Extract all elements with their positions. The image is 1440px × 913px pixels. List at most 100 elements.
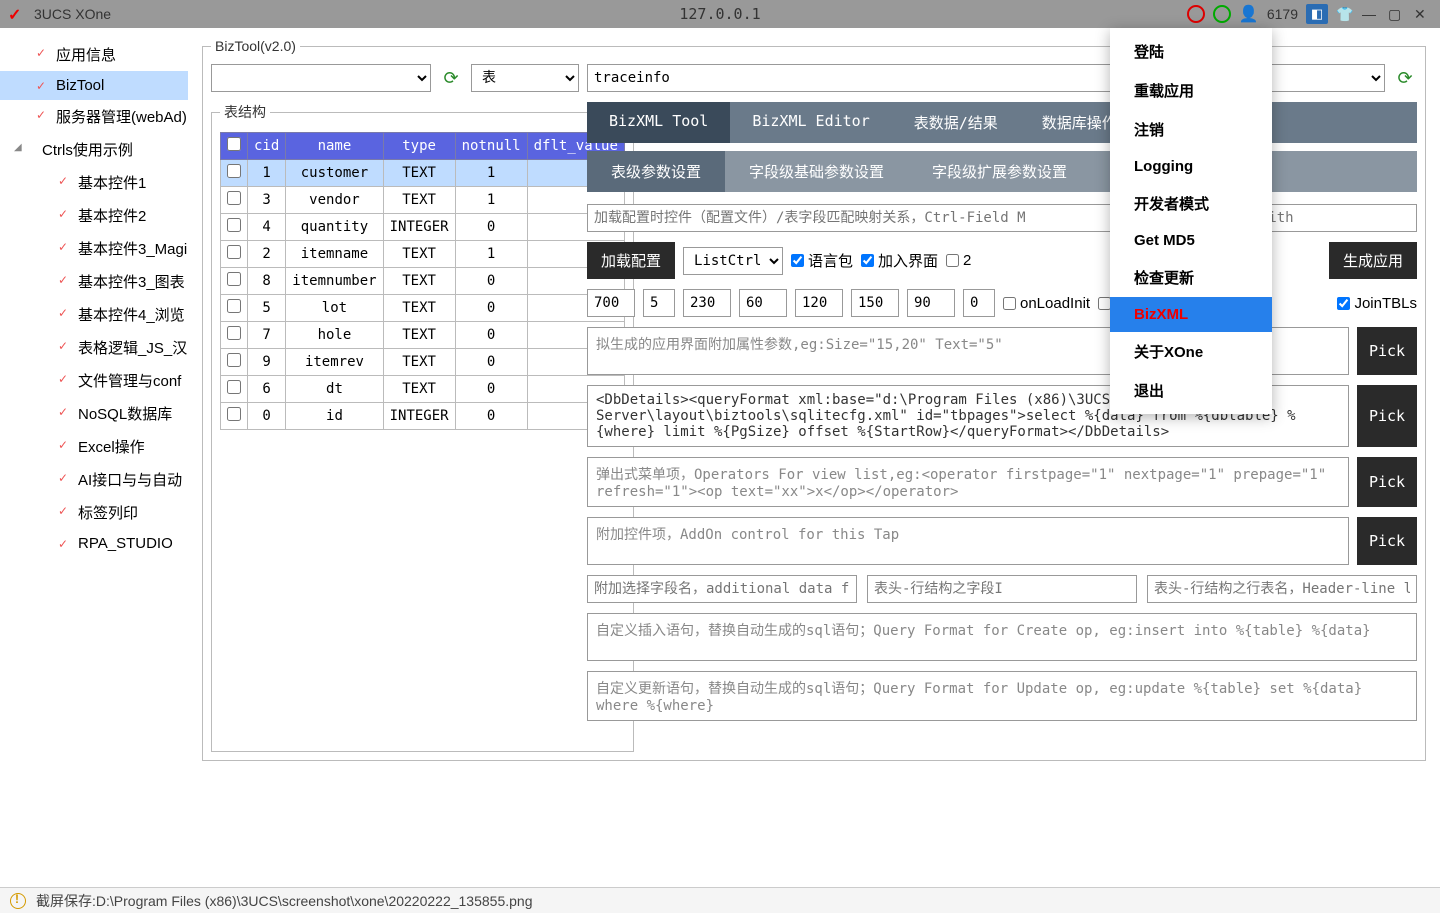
- table-row[interactable]: 0idINTEGER0: [221, 403, 625, 430]
- subtab-field-basic[interactable]: 字段级基础参数设置: [725, 151, 908, 192]
- n90[interactable]: [907, 289, 955, 317]
- n150[interactable]: [851, 289, 899, 317]
- minimize-icon[interactable]: —: [1362, 6, 1380, 22]
- mapping-input[interactable]: [587, 204, 1169, 232]
- pick-2[interactable]: Pick: [1357, 385, 1417, 447]
- maximize-icon[interactable]: ▢: [1388, 6, 1406, 22]
- n700[interactable]: [587, 289, 635, 317]
- sidebar-item-basic3-magi[interactable]: ✓基本控件3_Magi: [0, 232, 188, 265]
- lang-checkbox[interactable]: 语言包: [791, 250, 853, 271]
- menu-exit[interactable]: 退出: [1110, 371, 1272, 410]
- menu-login[interactable]: 登陆: [1110, 32, 1272, 71]
- load-config-button[interactable]: 加载配置: [587, 242, 675, 279]
- ta-update[interactable]: 自定义更新语句，替换自动生成的sql语句；Query Format for Up…: [587, 671, 1417, 721]
- menu-about[interactable]: 关于XOne: [1110, 332, 1272, 371]
- sidebar-item-basic2[interactable]: ✓基本控件2: [0, 199, 188, 232]
- menu-check-update[interactable]: 检查更新: [1110, 258, 1272, 297]
- tab-bizxml-tool[interactable]: BizXML Tool: [587, 102, 730, 143]
- sidebar-item-basic1[interactable]: ✓基本控件1: [0, 166, 188, 199]
- sidebar-item-ai[interactable]: ✓AI接口与与自动: [0, 463, 188, 496]
- sidebar-item-label-print[interactable]: ✓标签列印: [0, 496, 188, 529]
- row-checkbox[interactable]: [227, 380, 241, 394]
- ta-insert[interactable]: 自定义插入语句，替换自动生成的sql语句；Query Format for Cr…: [587, 613, 1417, 661]
- table-row[interactable]: 2itemnameTEXT1: [221, 241, 625, 268]
- close-icon[interactable]: ✕: [1414, 6, 1432, 22]
- trace-input[interactable]: [587, 64, 1127, 92]
- n120[interactable]: [795, 289, 843, 317]
- n230[interactable]: [683, 289, 731, 317]
- sidebar-item-basic4-browse[interactable]: ✓基本控件4_浏览: [0, 298, 188, 331]
- table-row[interactable]: 3vendorTEXT1: [221, 187, 625, 214]
- menu-logout[interactable]: 注销: [1110, 110, 1272, 149]
- row-checkbox[interactable]: [227, 191, 241, 205]
- triple-2[interactable]: [867, 575, 1137, 603]
- row-checkbox[interactable]: [227, 299, 241, 313]
- onload-checkbox[interactable]: onLoadInit: [1003, 295, 1090, 312]
- shirt-icon[interactable]: 👕: [1336, 6, 1354, 22]
- tab-bizxml-editor[interactable]: BizXML Editor: [730, 102, 891, 143]
- row-checkbox[interactable]: [227, 407, 241, 421]
- row-checkbox[interactable]: [227, 245, 241, 259]
- sidebar-item-file-conf[interactable]: ✓文件管理与conf: [0, 364, 188, 397]
- n60[interactable]: [739, 289, 787, 317]
- struct-table: cid name type notnull dflt_value 1custom…: [220, 132, 625, 430]
- ta-addon[interactable]: 附加控件项，AddOn control for this Tap: [587, 517, 1349, 565]
- n0[interactable]: [963, 289, 995, 317]
- sidebar-item-excel[interactable]: ✓Excel操作: [0, 430, 188, 463]
- triple-1[interactable]: [587, 575, 857, 603]
- col-cid[interactable]: cid: [248, 133, 286, 160]
- col-notnull[interactable]: notnull: [455, 133, 527, 160]
- table-row[interactable]: 4quantityINTEGER0: [221, 214, 625, 241]
- triple-3[interactable]: [1147, 575, 1417, 603]
- window-popup-icon[interactable]: ◧: [1306, 4, 1328, 24]
- menu-reload[interactable]: 重载应用: [1110, 71, 1272, 110]
- biztool-legend: BizTool(v2.0): [211, 38, 300, 54]
- row-checkbox[interactable]: [227, 353, 241, 367]
- refresh-right-icon[interactable]: ⟳: [1393, 66, 1417, 90]
- pick-4[interactable]: Pick: [1357, 517, 1417, 565]
- sidebar-item-app-info[interactable]: ✓应用信息: [0, 38, 188, 71]
- sidebar-item-rpa[interactable]: ✓RPA_STUDIO: [0, 529, 188, 558]
- jointbls-checkbox[interactable]: JoinTBLs: [1337, 295, 1417, 312]
- table-select[interactable]: 表: [471, 64, 579, 92]
- n5[interactable]: [643, 289, 675, 317]
- menu-get-md5[interactable]: Get MD5: [1110, 223, 1272, 258]
- joinui-checkbox[interactable]: 加入界面: [861, 250, 938, 271]
- row-checkbox[interactable]: [227, 272, 241, 286]
- db-select[interactable]: [211, 64, 431, 92]
- col-name[interactable]: name: [286, 133, 383, 160]
- table-row[interactable]: 9itemrevTEXT0: [221, 349, 625, 376]
- row-checkbox[interactable]: [227, 164, 241, 178]
- struct-legend: 表结构: [220, 102, 270, 122]
- sidebar-item-nosql[interactable]: ✓NoSQL数据库: [0, 397, 188, 430]
- tab-table-data[interactable]: 表数据/结果: [892, 102, 1020, 143]
- subtab-table-level[interactable]: 表级参数设置: [587, 151, 725, 192]
- table-row[interactable]: 6dtTEXT0: [221, 376, 625, 403]
- table-row[interactable]: 1customerTEXT1: [221, 160, 625, 187]
- listctrl-select[interactable]: ListCtrl: [683, 247, 783, 275]
- row-checkbox[interactable]: [227, 218, 241, 232]
- app-icon: ✓: [8, 5, 26, 23]
- table-row[interactable]: 8itemnumberTEXT0: [221, 268, 625, 295]
- subtab-field-ext[interactable]: 字段级扩展参数设置: [908, 151, 1091, 192]
- pick-3[interactable]: Pick: [1357, 457, 1417, 507]
- table-row[interactable]: 5lotTEXT0: [221, 295, 625, 322]
- menu-bizxml[interactable]: BizXML: [1110, 297, 1272, 332]
- refresh-db-icon[interactable]: ⟳: [439, 66, 463, 90]
- menu-logging[interactable]: Logging: [1110, 149, 1272, 184]
- num2-checkbox[interactable]: 2: [946, 252, 971, 269]
- ta-operators[interactable]: 弹出式菜单项，Operators For view list,eg:<opera…: [587, 457, 1349, 507]
- menu-dev-mode[interactable]: 开发者模式: [1110, 184, 1272, 223]
- sidebar-item-server-mgmt[interactable]: ✓服务器管理(webAd): [0, 100, 188, 133]
- sidebar-item-basic3-chart[interactable]: ✓基本控件3_图表: [0, 265, 188, 298]
- sidebar-item-biztool[interactable]: ✓BizTool: [0, 71, 188, 100]
- select-all-checkbox[interactable]: [227, 137, 241, 151]
- pick-1[interactable]: Pick: [1357, 327, 1417, 375]
- row-checkbox[interactable]: [227, 326, 241, 340]
- gen-app-button[interactable]: 生成应用: [1329, 242, 1417, 279]
- sidebar-item-ctrls-demo[interactable]: ◢Ctrls使用示例: [0, 133, 188, 166]
- col-type[interactable]: type: [383, 133, 455, 160]
- main-tabs: BizXML Tool BizXML Editor 表数据/结果 数据库操作: [587, 102, 1417, 143]
- table-row[interactable]: 7holeTEXT0: [221, 322, 625, 349]
- sidebar-item-table-logic[interactable]: ✓表格逻辑_JS_汉: [0, 331, 188, 364]
